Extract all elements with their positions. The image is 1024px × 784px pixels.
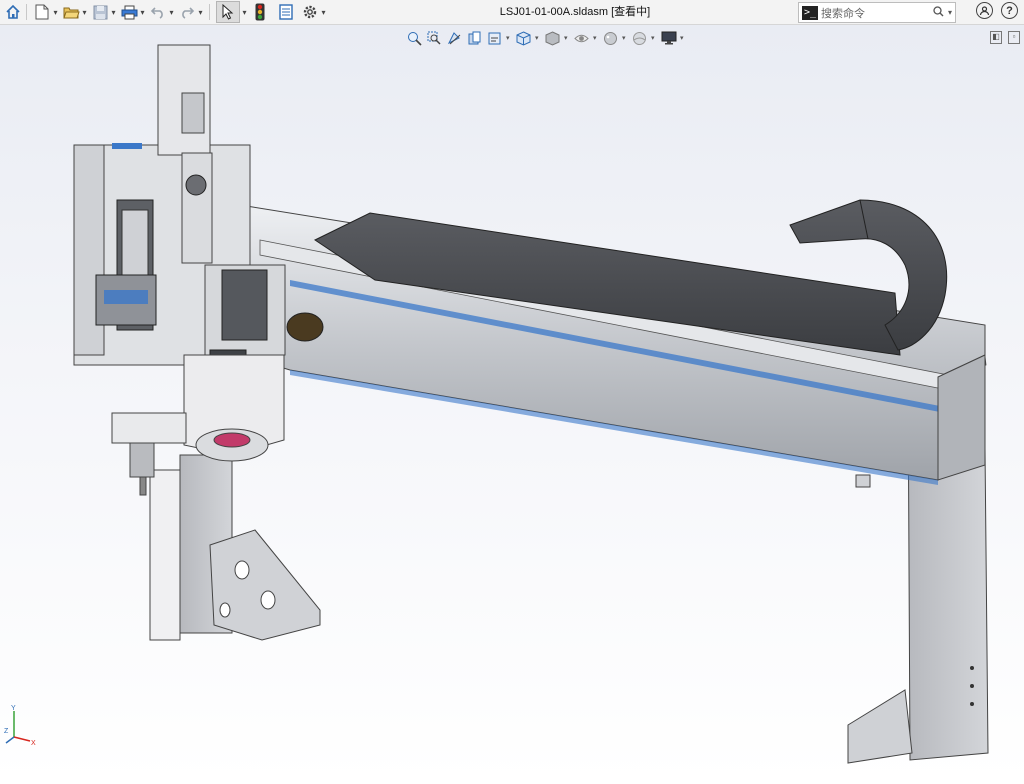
file-properties-icon[interactable] [277,1,295,23]
home-icon[interactable] [4,1,22,23]
print-icon[interactable] [120,1,138,23]
hide-show-items-icon[interactable] [573,30,590,47]
view-settings-dropdown-icon[interactable]: ▾ [680,34,686,42]
undo-icon[interactable] [149,1,167,23]
save-icon[interactable] [91,1,109,23]
scene-dropdown-icon[interactable]: ▾ [651,34,657,42]
search-dropdown-icon[interactable]: ▾ [945,8,955,17]
section-view-icon[interactable] [466,30,483,47]
options-gear-icon[interactable] [301,1,319,23]
zoom-to-area-icon[interactable] [426,30,443,47]
view-settings-icon[interactable] [660,30,677,47]
toolbar-separator [209,4,210,20]
display-style-dropdown-icon[interactable]: ▾ [564,34,570,42]
undo-dropdown-icon[interactable]: ▾ [167,1,176,23]
select-dropdown-icon[interactable]: ▾ [240,1,249,23]
edit-appearance-icon[interactable] [602,30,619,47]
redo-icon[interactable] [178,1,196,23]
coordinate-triad: Y X Z [4,705,36,747]
search-commands-box[interactable]: >_ 搜索命令 ▾ [798,2,956,23]
rebuild-traffic-light-icon[interactable] [251,1,269,23]
select-pointer-icon[interactable] [216,1,240,23]
open-folder-icon[interactable] [62,1,80,23]
search-icon[interactable] [931,5,945,20]
viewport-corner-controls: ◧ ▫ [990,31,1020,44]
search-input[interactable]: 搜索命令 [821,5,931,21]
triad-y-label: Y [11,705,16,712]
appearance-dropdown-icon[interactable]: ▾ [622,34,628,42]
display-style-icon[interactable] [544,30,561,47]
options-dropdown-icon[interactable]: ▾ [319,1,328,23]
left-support-column[interactable] [149,454,321,641]
open-dropdown-icon[interactable]: ▾ [80,1,89,23]
orientation-dropdown-icon[interactable]: ▾ [535,34,541,42]
collapse-panel-icon[interactable]: ◧ [990,31,1002,44]
annotation-dropdown-icon[interactable]: ▾ [506,34,512,42]
triad-z-label: Z [4,728,9,735]
help-area: ? [976,2,1018,19]
new-document-dropdown-icon[interactable]: ▾ [51,1,60,23]
apply-scene-icon[interactable] [631,30,648,47]
help-question-icon[interactable]: ? [1001,2,1018,19]
triad-x-label: X [31,740,36,747]
redo-dropdown-icon[interactable]: ▾ [196,1,205,23]
save-dropdown-icon[interactable]: ▾ [109,1,118,23]
toolbar-separator [26,4,27,20]
user-circle-icon[interactable] [976,2,993,19]
zoom-to-fit-icon[interactable] [406,30,423,47]
document-title: LSJ01-01-00A.sldasm [查看中] [499,6,651,18]
heads-up-view-toolbar: ▾ ▾ ▾ ▾ ▾ ▾ ▾ [406,28,686,48]
hide-show-dropdown-icon[interactable]: ▾ [593,34,599,42]
graphics-viewport[interactable]: Y X Z [0,25,1024,781]
restore-window-icon[interactable]: ▫ [1008,31,1020,44]
previous-view-icon[interactable] [446,30,463,47]
print-dropdown-icon[interactable]: ▾ [138,1,147,23]
view-orientation-icon[interactable] [515,30,532,47]
dynamic-annotation-icon[interactable] [486,30,503,47]
new-document-icon[interactable] [33,1,51,23]
command-prompt-icon: >_ [802,5,818,20]
assembly-model[interactable]: Y X Z [0,25,1024,781]
